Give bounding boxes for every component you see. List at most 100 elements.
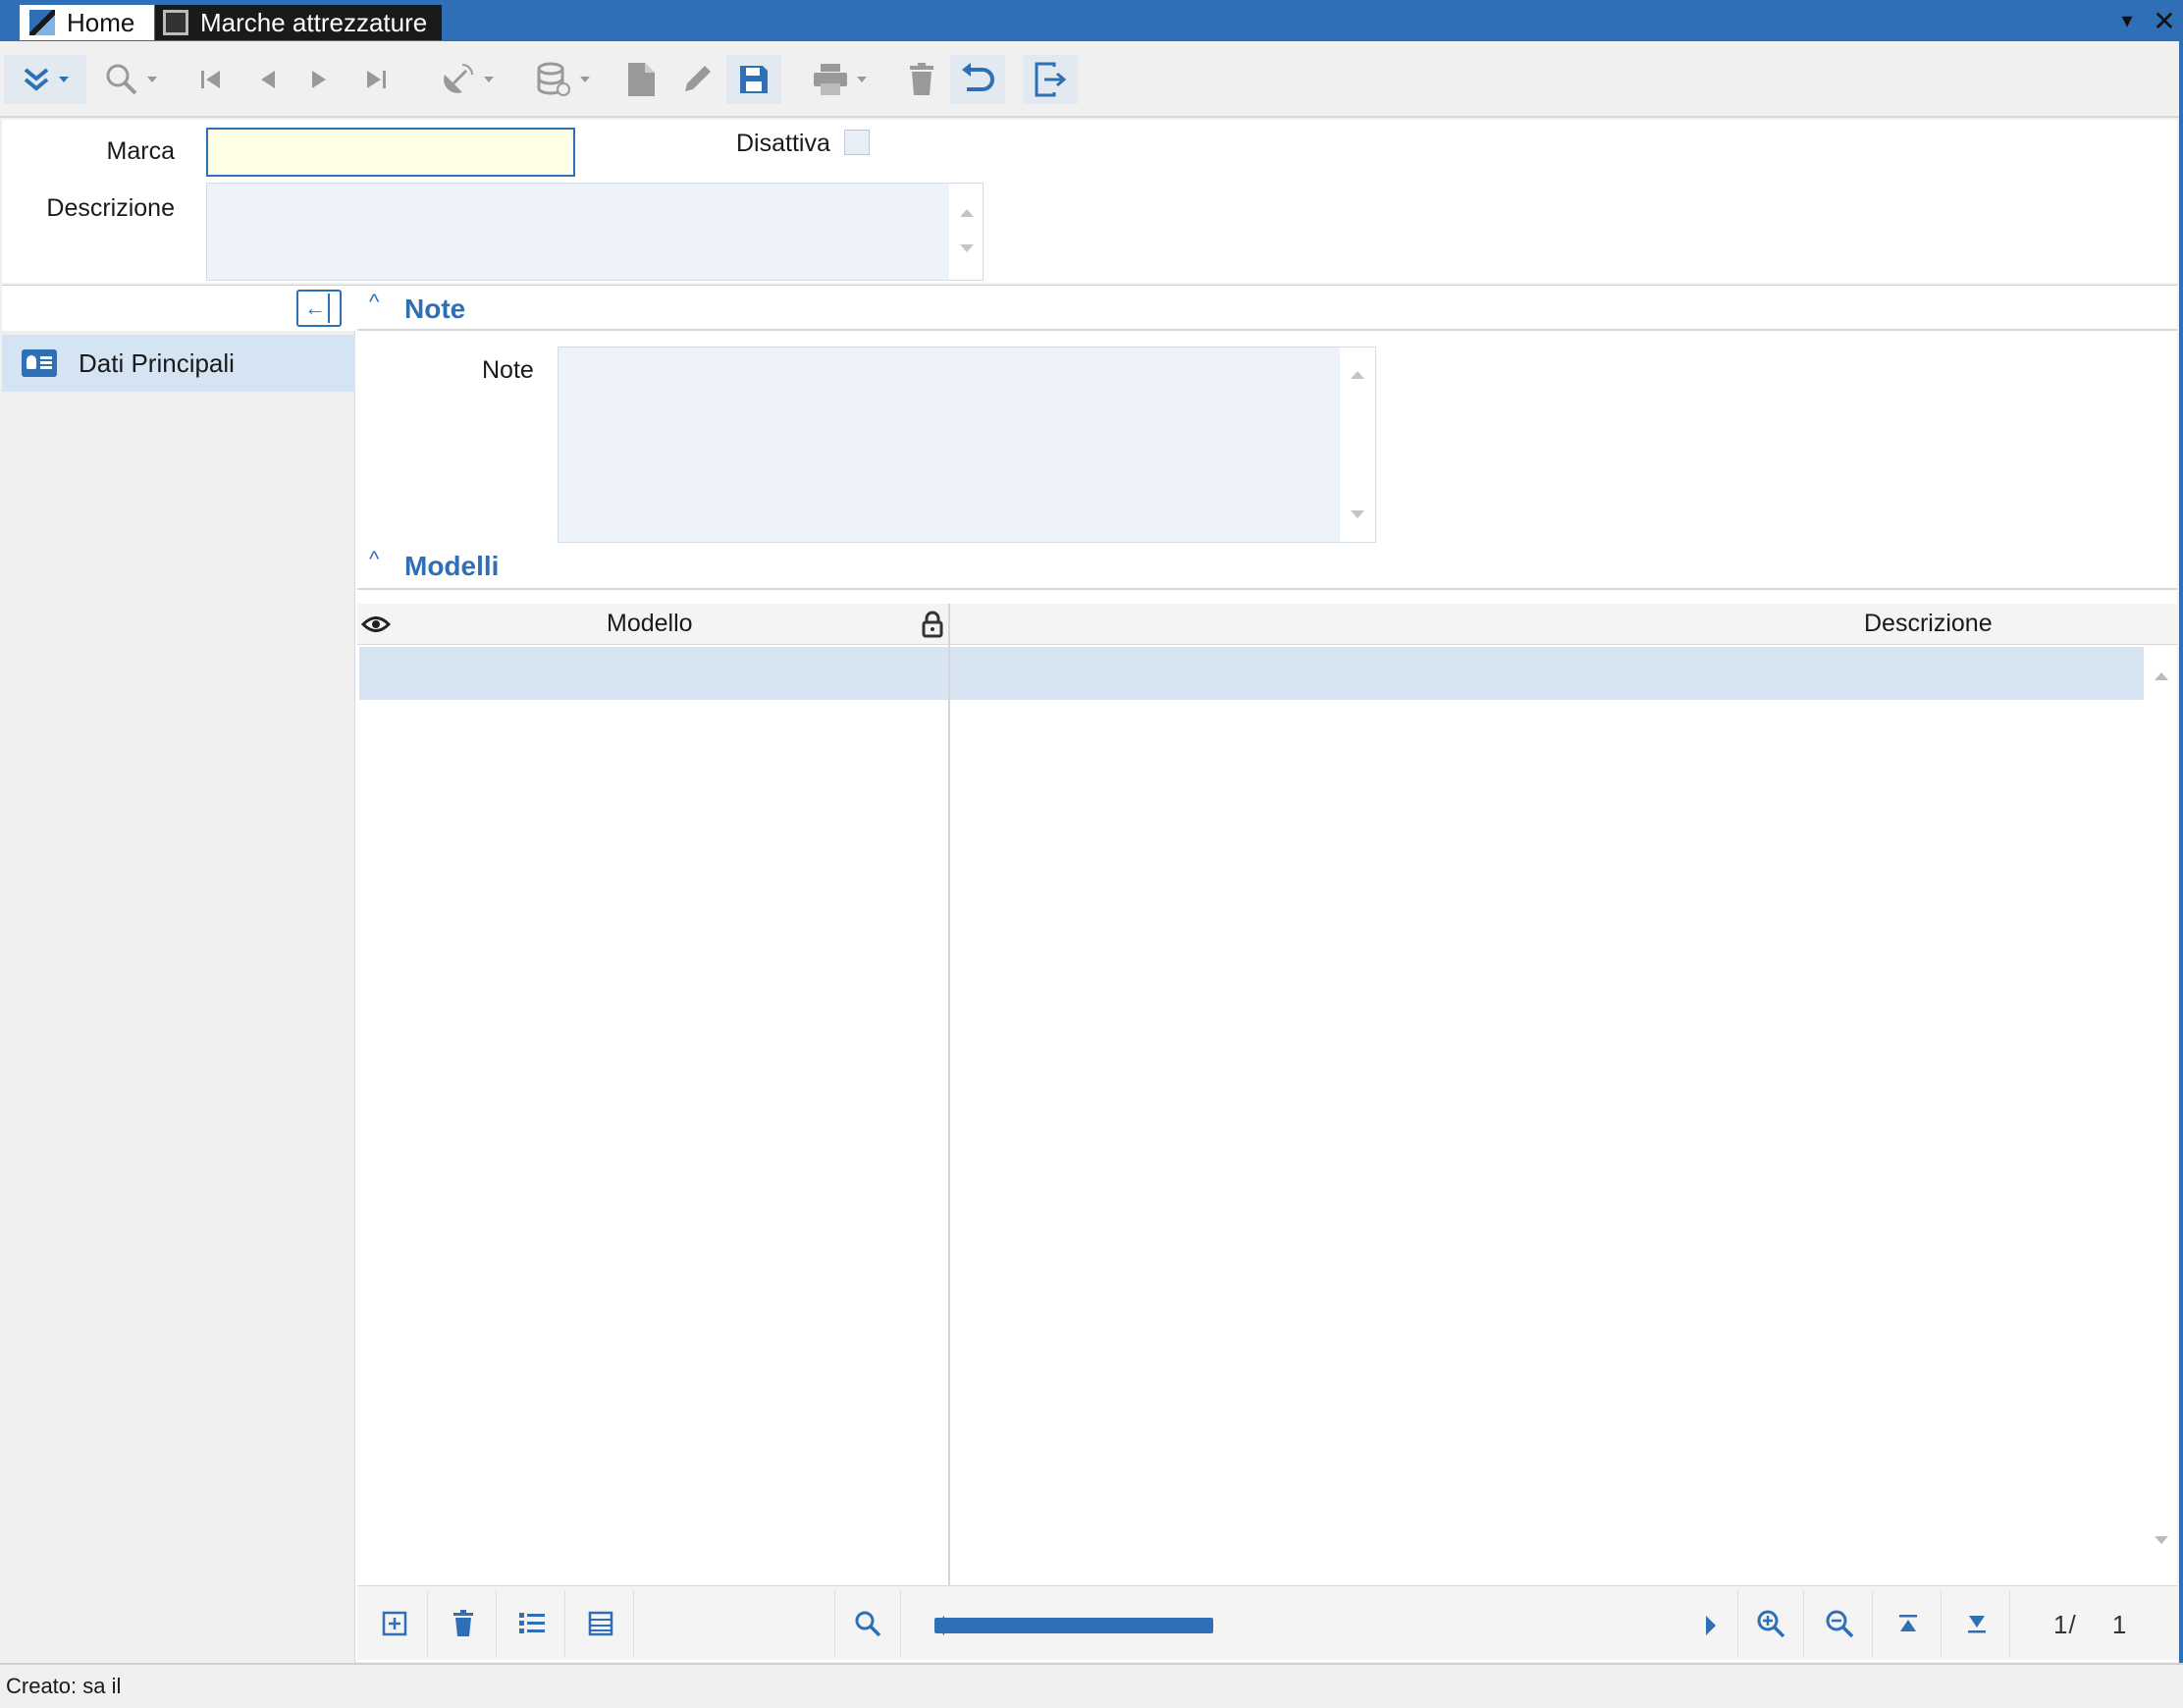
descrizione-label: Descrizione <box>46 194 175 222</box>
delete-icon <box>453 1610 473 1636</box>
print-icon <box>814 64 847 95</box>
collapse-sidebar-button[interactable]: ← <box>296 290 342 327</box>
go-to-top-icon <box>1898 1615 1917 1631</box>
modelli-section-title: Modelli <box>404 551 500 581</box>
tab-marche-label: Marche attrezzature <box>200 7 428 37</box>
go-to-bottom-button[interactable] <box>1943 1590 2010 1657</box>
column-header-descrizione[interactable]: Descrizione <box>1864 610 1993 638</box>
first-record-button[interactable] <box>192 55 230 104</box>
search-icon <box>106 64 137 95</box>
chevron-up-icon[interactable]: ^ <box>369 547 379 572</box>
database-icon <box>537 62 570 96</box>
scroll-right-icon[interactable] <box>1706 1616 1716 1635</box>
scroll-down-icon[interactable] <box>960 244 974 252</box>
tab-marche-attrezzature[interactable]: Marche attrezzature <box>155 5 442 40</box>
scroll-up-icon[interactable] <box>2155 672 2168 680</box>
save-icon <box>740 66 768 93</box>
note-section-title: Note <box>404 294 466 324</box>
grid-view-button[interactable] <box>567 1590 634 1657</box>
first-record-icon <box>201 71 220 88</box>
form-body: ← Dati Principali ^ Note Note ^ Modelli <box>2 285 2177 1662</box>
scroll-up-icon[interactable] <box>1351 371 1364 379</box>
arrow-left-icon: ← <box>304 295 326 320</box>
sidebar-item-dati-principali[interactable]: Dati Principali <box>2 335 355 392</box>
add-row-button[interactable] <box>361 1590 428 1657</box>
marca-label: Marca <box>106 137 175 165</box>
edit-button[interactable] <box>675 55 719 104</box>
scroll-down-icon[interactable] <box>2155 1536 2168 1544</box>
previous-record-icon <box>261 71 275 88</box>
print-button[interactable] <box>803 55 876 104</box>
window-close-icon[interactable]: ✕ <box>2146 2 2183 39</box>
new-document-icon <box>628 63 655 96</box>
delete-button[interactable] <box>901 55 942 104</box>
list-icon <box>518 1613 545 1633</box>
horizontal-scrollbar-thumb[interactable] <box>934 1618 1213 1633</box>
table-row[interactable] <box>359 647 2144 700</box>
last-record-button[interactable] <box>357 55 395 104</box>
zoom-in-icon <box>1757 1610 1785 1638</box>
main-toolbar <box>0 41 2183 118</box>
exit-button[interactable] <box>1023 55 1078 104</box>
window-dropdown-icon[interactable]: ▾ <box>2108 2 2146 39</box>
pager: 1/ 1 <box>2053 1610 2127 1640</box>
exit-icon <box>1035 62 1067 97</box>
modelli-grid: Modello Descrizione 1/ 1 <box>357 604 2177 1662</box>
tab-home[interactable]: Home <box>20 5 154 40</box>
detail-list-button[interactable] <box>499 1590 565 1657</box>
disattiva-checkbox[interactable] <box>844 130 870 155</box>
note-section-header[interactable]: ^ Note <box>357 286 2177 331</box>
scroll-up-icon[interactable] <box>960 209 974 217</box>
note-textarea[interactable] <box>558 347 1376 543</box>
table-icon <box>588 1611 612 1636</box>
satellite-button[interactable] <box>430 55 503 104</box>
grid-search-button[interactable] <box>834 1590 901 1657</box>
last-record-icon <box>367 71 386 88</box>
descrizione-textarea[interactable] <box>206 183 984 281</box>
grid-scrollbar[interactable] <box>2144 647 2177 1560</box>
previous-record-button[interactable] <box>249 55 287 104</box>
descrizione-scrollbar[interactable] <box>949 184 983 280</box>
go-to-top-button[interactable] <box>1875 1590 1942 1657</box>
zoom-in-button[interactable] <box>1737 1590 1804 1657</box>
satellite-icon <box>444 64 473 93</box>
delete-row-button[interactable] <box>430 1590 497 1657</box>
zoom-out-button[interactable] <box>1806 1590 1873 1657</box>
home-app-icon <box>29 10 55 35</box>
sidebar-header: ← <box>2 286 355 331</box>
header-form: Marca Disattiva Descrizione <box>2 120 2177 283</box>
window-controls: ▾ ✕ <box>2108 0 2183 41</box>
note-label: Note <box>482 356 534 384</box>
scroll-down-icon[interactable] <box>1351 510 1364 518</box>
sidebar-item-label: Dati Principali <box>79 347 235 378</box>
grid-footer: 1/ 1 <box>357 1585 2177 1660</box>
expand-button[interactable] <box>4 55 86 104</box>
marca-input[interactable] <box>206 128 575 177</box>
column-divider[interactable] <box>948 604 950 1585</box>
undo-button[interactable] <box>950 55 1005 104</box>
undo-icon <box>962 63 994 91</box>
search-button[interactable] <box>94 55 167 104</box>
main-panel: ^ Note Note ^ Modelli Modello Descrizion… <box>357 286 2177 1662</box>
page-total: 1 <box>2111 1610 2128 1639</box>
grid-header: Modello Descrizione <box>357 604 2177 645</box>
next-record-button[interactable] <box>300 55 338 104</box>
new-document-button[interactable] <box>620 55 662 104</box>
title-bar: Home Marche attrezzature ▾ ✕ <box>0 0 2183 41</box>
window-border <box>2179 41 2183 1663</box>
note-scrollbar[interactable] <box>1340 347 1375 542</box>
sidebar: ← Dati Principali <box>2 286 355 1662</box>
column-header-modello[interactable]: Modello <box>607 610 693 638</box>
eye-icon[interactable] <box>361 614 391 635</box>
status-bar: Creato: sa il <box>0 1663 2183 1708</box>
lock-icon[interactable] <box>921 611 944 638</box>
chevron-up-icon[interactable]: ^ <box>369 290 379 315</box>
modelli-section-header[interactable]: ^ Modelli <box>357 543 2177 590</box>
disattiva-label: Disattiva <box>736 130 830 157</box>
status-text: Creato: sa il <box>6 1674 122 1698</box>
expand-icon <box>24 68 49 91</box>
database-button[interactable] <box>526 55 599 104</box>
edit-icon <box>685 66 711 91</box>
save-button[interactable] <box>726 55 781 104</box>
page-current: 1/ <box>2053 1610 2077 1639</box>
